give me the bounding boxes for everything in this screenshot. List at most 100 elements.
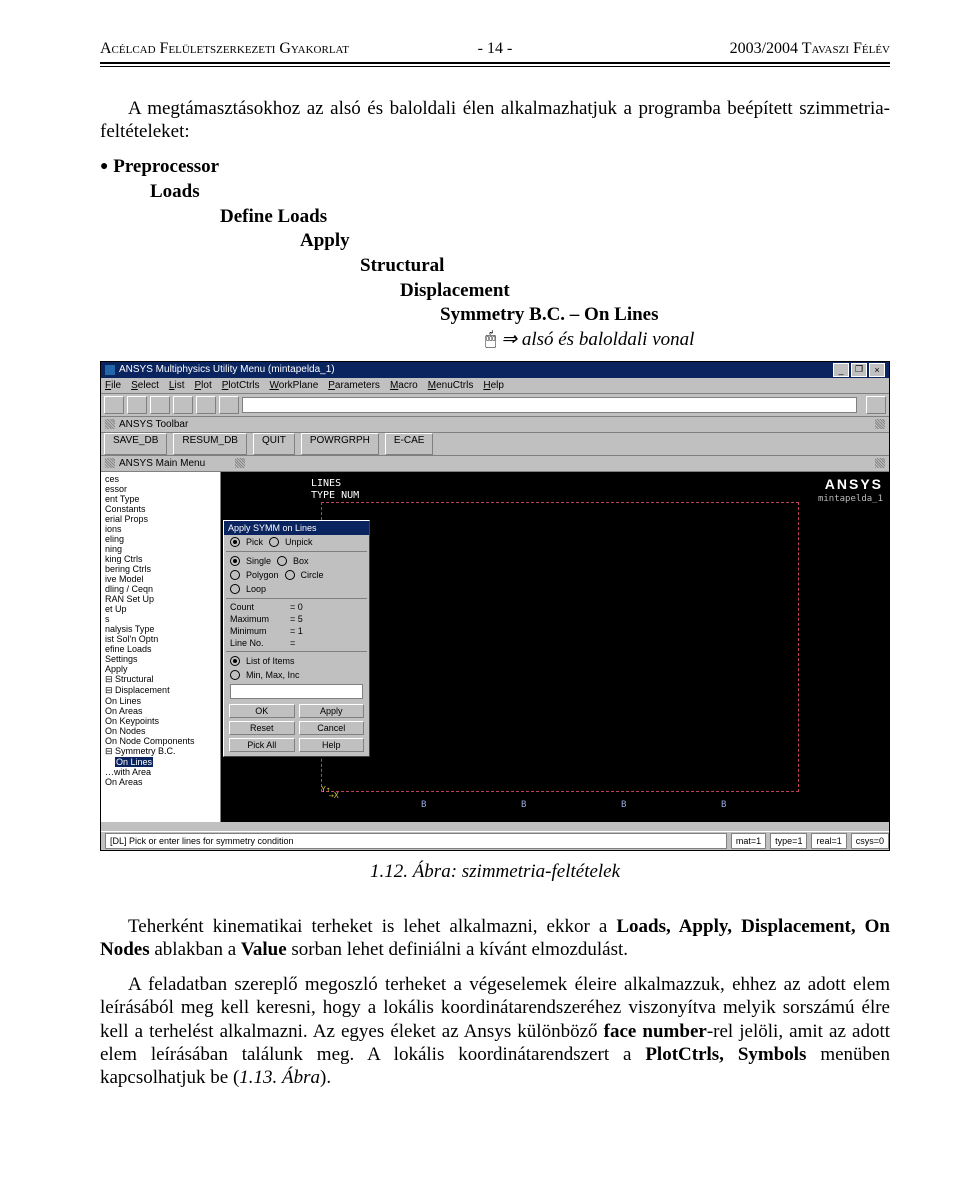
drag-handle-icon[interactable] [105, 458, 115, 468]
menu-help[interactable]: Help [483, 380, 504, 391]
resum-db-button[interactable]: RESUM_DB [173, 433, 247, 455]
cancel-button[interactable]: Cancel [299, 721, 365, 735]
menu-menuctrls[interactable]: MenuCtrls [428, 380, 474, 391]
tree-item[interactable]: dling / Ceqn [105, 584, 216, 594]
drag-handle-icon[interactable] [105, 419, 115, 429]
support-marker: B [621, 800, 626, 810]
tree-item[interactable]: On Node Components [105, 736, 216, 746]
menu-apply: Apply [100, 229, 890, 254]
mainmenu-band: ANSYS Main Menu [101, 456, 889, 472]
tree-item[interactable]: ces [105, 474, 216, 484]
status-real: real=1 [811, 833, 846, 849]
ecae-button[interactable]: E-CAE [385, 433, 434, 455]
tree-item[interactable]: erial Props [105, 514, 216, 524]
icon-toolbar [101, 394, 889, 417]
tree-item[interactable]: ent Type [105, 494, 216, 504]
tree-item[interactable]: king Ctrls [105, 554, 216, 564]
tree-item[interactable]: nalysis Type [105, 624, 216, 634]
ok-button[interactable]: OK [229, 704, 295, 718]
menu-macro[interactable]: Macro [390, 380, 418, 391]
drag-handle-icon[interactable] [235, 458, 245, 468]
tool-copy-icon[interactable] [219, 396, 239, 414]
menu-plot[interactable]: Plot [194, 380, 211, 391]
menu-select-top[interactable]: Select [131, 380, 159, 391]
radio-polygon[interactable] [230, 570, 240, 580]
radio-polygon-label: Polygon [246, 570, 279, 580]
tree-item[interactable]: et Up [105, 604, 216, 614]
radio-circle-label: Circle [301, 570, 324, 580]
tool-new-icon[interactable] [104, 396, 124, 414]
tree-item[interactable]: ist Sol'n Optn [105, 634, 216, 644]
tree-item-structural[interactable]: ⊟ Structural [105, 674, 216, 685]
close-button[interactable]: × [869, 363, 885, 377]
tree-item[interactable]: On Lines [105, 696, 216, 706]
tree-item[interactable]: Constants [105, 504, 216, 514]
tool-open-icon[interactable] [127, 396, 147, 414]
help-button[interactable]: Help [299, 738, 365, 752]
tree-item[interactable]: ning [105, 544, 216, 554]
tree-item[interactable]: On Nodes [105, 726, 216, 736]
tree-item-selected[interactable]: On Lines [115, 757, 153, 767]
radio-single[interactable] [230, 556, 240, 566]
radio-list-items[interactable] [230, 656, 240, 666]
tree-item-displacement[interactable]: ⊟ Displacement [105, 685, 216, 696]
menu-plotctrls[interactable]: PlotCtrls [222, 380, 260, 391]
tool-save-icon[interactable] [150, 396, 170, 414]
tree-item[interactable]: ions [105, 524, 216, 534]
maximize-button[interactable]: ❐ [851, 363, 867, 377]
tree-item[interactable]: s [105, 614, 216, 624]
tree-item[interactable]: bering Ctrls [105, 564, 216, 574]
radio-unpick[interactable] [269, 537, 279, 547]
powrgrph-button[interactable]: POWRGRPH [301, 433, 379, 455]
main-menu-tree[interactable]: ces essor ent Type Constants erial Props… [101, 472, 221, 822]
pick-input[interactable] [230, 684, 363, 699]
tree-item[interactable]: On Keypoints [105, 716, 216, 726]
drag-handle-icon[interactable] [875, 419, 885, 429]
menu-displacement: Displacement [100, 279, 890, 304]
save-db-button[interactable]: SAVE_DB [104, 433, 167, 455]
tree-item[interactable]: efine Loads [105, 644, 216, 654]
tree-item[interactable]: Settings [105, 654, 216, 664]
tool-print-icon[interactable] [173, 396, 193, 414]
status-mat: mat=1 [731, 833, 766, 849]
line-no-value: = [290, 638, 363, 648]
minimize-button[interactable]: _ [833, 363, 849, 377]
radio-pick-label: Pick [246, 537, 263, 547]
pick-all-button[interactable]: Pick All [229, 738, 295, 752]
toolbar-band: ANSYS Toolbar [101, 417, 889, 433]
menu-preprocessor: Preprocessor [113, 156, 219, 177]
tree-item[interactable]: RAN Set Up [105, 594, 216, 604]
tree-item[interactable]: ive Model [105, 574, 216, 584]
tool-cut-icon[interactable] [196, 396, 216, 414]
tree-item[interactable]: essor [105, 484, 216, 494]
menu-list[interactable]: List [169, 380, 185, 391]
menu-parameters[interactable]: Parameters [328, 380, 380, 391]
radio-loop[interactable] [230, 584, 240, 594]
menu-file[interactable]: File [105, 380, 121, 391]
tree-item-symmetry-bc[interactable]: ⊟ Symmetry B.C. [105, 746, 216, 757]
page-header: Acélcad Felületszerkezeti Gyakorlat - 14… [100, 40, 890, 58]
radio-box[interactable] [277, 556, 287, 566]
tree-item-apply[interactable]: Apply [105, 664, 216, 674]
radio-circle[interactable] [285, 570, 295, 580]
tree-item[interactable]: On Areas [105, 706, 216, 716]
drag-handle-icon[interactable] [875, 458, 885, 468]
radio-min-max-inc[interactable] [230, 670, 240, 680]
reset-button[interactable]: Reset [229, 721, 295, 735]
tree-item[interactable]: …with Area [105, 767, 216, 777]
menu-workplane[interactable]: WorkPlane [270, 380, 319, 391]
tree-item[interactable]: eling [105, 534, 216, 544]
radio-pick[interactable] [230, 537, 240, 547]
minimum-value: = 1 [290, 626, 363, 636]
maximum-value: = 5 [290, 614, 363, 624]
apply-button[interactable]: Apply [299, 704, 365, 718]
radio-loop-label: Loop [246, 584, 266, 594]
radio-single-label: Single [246, 556, 271, 566]
viewport-model-name: mintapelda_1 [818, 494, 883, 504]
quit-button[interactable]: QUIT [253, 433, 295, 455]
command-input[interactable] [242, 397, 857, 413]
viewport-label-lines: LINES [311, 478, 341, 489]
tool-raise-icon[interactable] [866, 396, 886, 414]
maximum-label: Maximum [230, 614, 290, 624]
tree-item[interactable]: On Areas [105, 777, 216, 787]
